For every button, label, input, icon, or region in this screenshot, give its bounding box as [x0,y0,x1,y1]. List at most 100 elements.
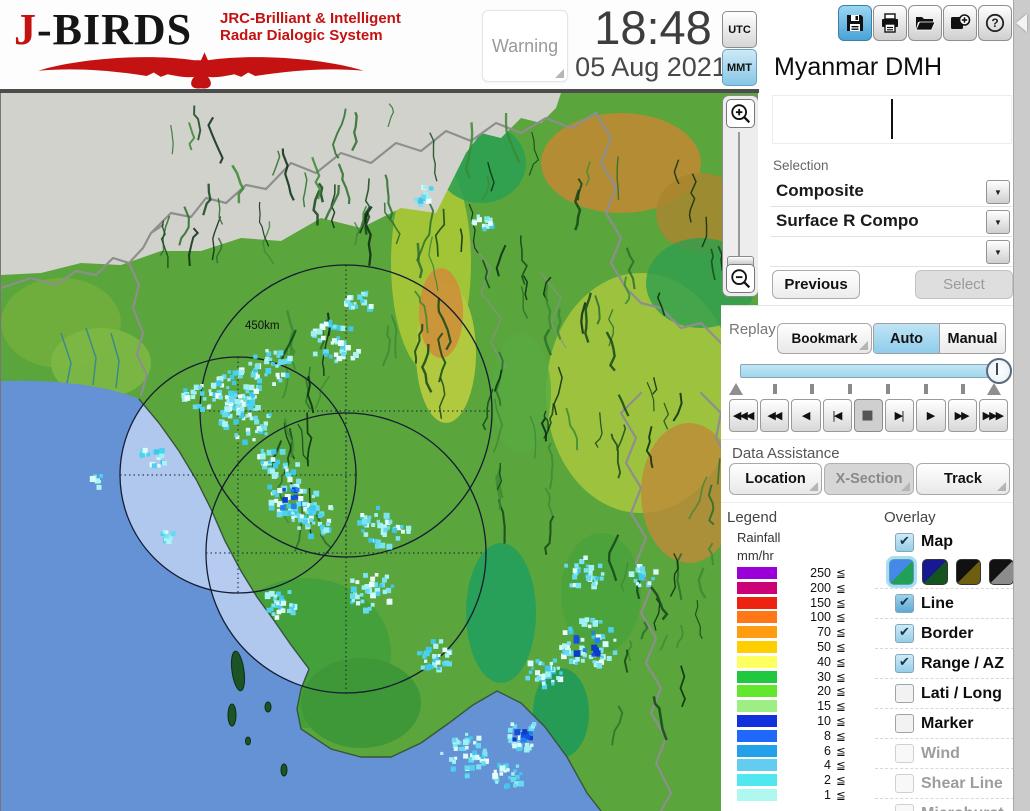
dropdown-composite[interactable]: Composite ▼ [770,177,1012,207]
j-birds-application: J-BIRDS JRC-Brilliant & Intelligent Rada… [0,0,1030,811]
playback-button[interactable]: ▶▶▶ [978,399,1008,432]
save-button[interactable] [838,5,872,41]
playback-button[interactable]: ■ [853,399,884,432]
replay-slider-ticks [721,382,1014,396]
checkbox[interactable]: ✔ [895,744,914,763]
legend-leq-symbol: ≦ [836,713,846,728]
zoom-out-button[interactable] [726,264,755,293]
legend-leq-symbol: ≦ [836,743,846,758]
playback-button[interactable]: ▶▶ [947,399,977,432]
checkbox[interactable]: ✔ [895,774,914,793]
zoom-in-button[interactable] [726,99,755,128]
warning-button[interactable]: Warning [482,10,568,82]
map-checkbox[interactable]: ✔ [895,532,914,552]
map-style-swatch[interactable] [988,559,1014,585]
tick [924,384,928,394]
playback-button[interactable]: |◀ [822,399,852,432]
radar-map[interactable]: 450km [1,93,758,811]
dropdown-product[interactable]: Surface R Compo ▼ [770,207,1012,237]
svg-text:?: ? [991,16,998,30]
print-button[interactable] [873,5,907,41]
checkbox[interactable]: ✔ [895,624,914,643]
logo-title-rest: -BIRDS [37,5,193,54]
legend-value: 15 [817,699,831,714]
map-style-swatch[interactable] [889,559,915,585]
legend-label: Legend [727,509,778,526]
legend-value: 250 [810,566,831,580]
select-button[interactable]: Select [915,270,1013,299]
check-icon: ✔ [899,533,910,549]
replay-slider-handle[interactable] [986,358,1012,384]
playback-icon: ◀◀◀ [732,409,754,422]
legend-row: 40 ≦ [737,654,867,669]
chevron-down-icon[interactable]: ▼ [986,240,1010,264]
xsection-button[interactable]: X-Section [824,463,914,495]
overlay-label: Overlay [884,509,936,526]
overlay-item-label: Border [921,624,974,642]
dropdown-empty[interactable]: ▼ [770,237,1012,267]
overlay-row: ✔ Shear Line [875,769,1014,799]
track-label: Track [944,471,982,487]
previous-button[interactable]: Previous [772,270,860,299]
radar-map-area[interactable]: 450km [0,93,758,811]
legend-row: 200 ≦ [737,581,867,595]
track-button[interactable]: Track [916,463,1010,495]
legend-value: 8 [824,728,831,743]
legend-leq-symbol: ≦ [836,625,846,640]
playback-icon: ◀ [801,409,811,422]
overlay-row: ✔ Range / AZ [875,649,1014,679]
station-title: Myanmar DMH [774,53,943,81]
logo-subtitle-line2: Radar Dialogic System [220,27,383,44]
auto-button[interactable]: Auto [874,324,939,353]
checkbox[interactable]: ✔ [895,654,914,673]
playback-button[interactable]: ◀◀◀ [729,399,759,432]
legend-row: 4 ≦ [737,758,867,773]
legend-color-swatch [737,788,777,801]
collapse-panel-icon[interactable] [1016,14,1027,32]
legend-leq-symbol: ≦ [836,654,846,669]
overlay-row-map: ✔ Map [875,528,1014,556]
tick [886,384,890,394]
playback-button[interactable]: ▶| [885,399,915,432]
map-style-swatch[interactable] [955,559,981,585]
playback-button[interactable]: ▶ [916,399,946,432]
replay-label: Replay [729,321,776,338]
checkbox[interactable]: ✔ [895,804,914,811]
chevron-down-icon[interactable]: ▼ [986,180,1010,204]
map-style-swatch[interactable] [922,559,948,585]
playback-icon: ▶▶▶ [982,409,1004,422]
help-button[interactable]: ? [978,5,1012,41]
magnifier-plus-icon [730,103,750,123]
bookmark-button[interactable]: Bookmark [777,323,872,354]
replay-slider-track[interactable] [740,364,1010,378]
chevron-down-icon[interactable]: ▼ [986,210,1010,234]
legend-leq-symbol: ≦ [836,758,846,773]
mmt-button[interactable]: MMT [722,49,757,86]
zoom-slider-track[interactable] [738,132,740,258]
checkbox[interactable]: ✔ [895,684,914,703]
legend-value: 30 [817,669,831,684]
legend-row: 2 ≦ [737,773,867,787]
overlay-items: ✔ Line ✔ Border ✔ Range / AZ ✔ [875,589,1014,811]
legend-leq-symbol: ≦ [836,728,846,743]
overlay-item-label: Line [921,594,954,612]
control-panel-lower: Replay Bookmark Auto Manual ◀◀◀ ◀◀ ◀ |◀ … [721,305,1014,811]
j-birds-logo: J-BIRDS JRC-Brilliant & Intelligent Rada… [10,2,405,90]
playback-button[interactable]: ◀◀ [760,399,790,432]
checkbox[interactable]: ✔ [895,714,914,733]
add-image-button[interactable] [943,5,977,41]
panel-scroll-strip[interactable] [1013,0,1030,811]
utc-button[interactable]: UTC [722,11,757,48]
manual-button[interactable]: Manual [939,324,1005,353]
location-button[interactable]: Location [729,463,822,495]
legend-leq-symbol: ≦ [836,595,846,610]
legend-unit-line2: mm/hr [737,548,774,563]
legend-value: 100 [810,610,831,625]
tick [848,384,852,394]
checkbox[interactable]: ✔ [895,594,914,613]
save-icon [847,15,863,31]
playback-button[interactable]: ◀ [791,399,821,432]
open-file-button[interactable] [908,5,942,41]
overlay-item-label: Lati / Long [921,684,1002,702]
overlay-item-label: Marker [921,714,974,732]
